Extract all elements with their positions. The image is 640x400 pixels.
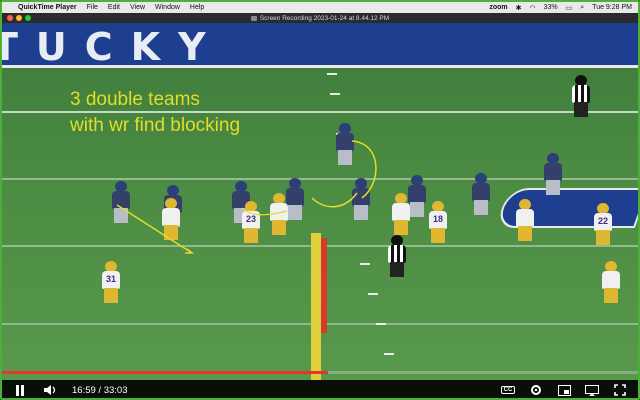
bluetooth-icon[interactable]: ✱ (516, 4, 522, 12)
seek-bar[interactable] (2, 371, 638, 374)
window-controls (7, 15, 31, 21)
video-frame[interactable]: TUCKY 3 double teams with wr find blocki… (2, 23, 638, 380)
spotlight-icon[interactable]: ⌕ (580, 4, 584, 12)
app-menu-quicktime[interactable]: QuickTime Player (18, 4, 77, 11)
time-separator: / (98, 384, 102, 396)
battery-icon[interactable]: ▭ (566, 4, 573, 12)
zoom-window-button[interactable] (25, 15, 31, 21)
window-titlebar: Screen Recording 2023-01-24 at 8.44.12 P… (2, 13, 638, 23)
captions-icon[interactable]: CC (500, 383, 516, 397)
battery-percent: 33% (543, 4, 558, 11)
fullscreen-icon[interactable] (612, 383, 628, 397)
down-marker-pole (311, 233, 321, 380)
menubar-clock[interactable]: Tue 9:28 PM (592, 4, 632, 11)
player-controls: 16:59 / 33:03 CC (2, 380, 638, 398)
wifi-icon[interactable]: ◠ (530, 4, 536, 12)
mac-menubar: QuickTime Player File Edit View Window H… (2, 2, 638, 13)
menu-help[interactable]: Help (190, 4, 204, 11)
volume-icon[interactable] (42, 383, 58, 397)
app-window: QuickTime Player File Edit View Window H… (0, 0, 640, 400)
menu-edit[interactable]: Edit (108, 4, 120, 11)
minimize-window-button[interactable] (16, 15, 22, 21)
current-time: 16:59 (72, 384, 96, 396)
menu-view[interactable]: View (130, 4, 145, 11)
close-window-button[interactable] (7, 15, 13, 21)
window-title: Screen Recording 2023-01-24 at 8.44.12 P… (259, 14, 390, 22)
total-duration: 33:03 (103, 384, 128, 396)
miniplayer-icon[interactable] (556, 383, 572, 397)
menubar-status-area: zoom ✱ ◠ 33% ▭ ⌕ Tue 9:28 PM (489, 4, 632, 12)
menu-window[interactable]: Window (155, 4, 180, 11)
cast-icon[interactable] (584, 383, 600, 397)
down-marker-flag (321, 238, 327, 333)
zoom-status-icon[interactable]: zoom (489, 4, 507, 11)
player-controls-right: CC (500, 383, 628, 397)
document-icon (250, 15, 257, 21)
pause-icon[interactable] (12, 383, 28, 397)
playback-time: 16:59 / 33:03 (72, 385, 127, 396)
seek-bar-progress (2, 371, 329, 374)
settings-icon[interactable] (528, 383, 544, 397)
menu-file[interactable]: File (87, 4, 98, 11)
